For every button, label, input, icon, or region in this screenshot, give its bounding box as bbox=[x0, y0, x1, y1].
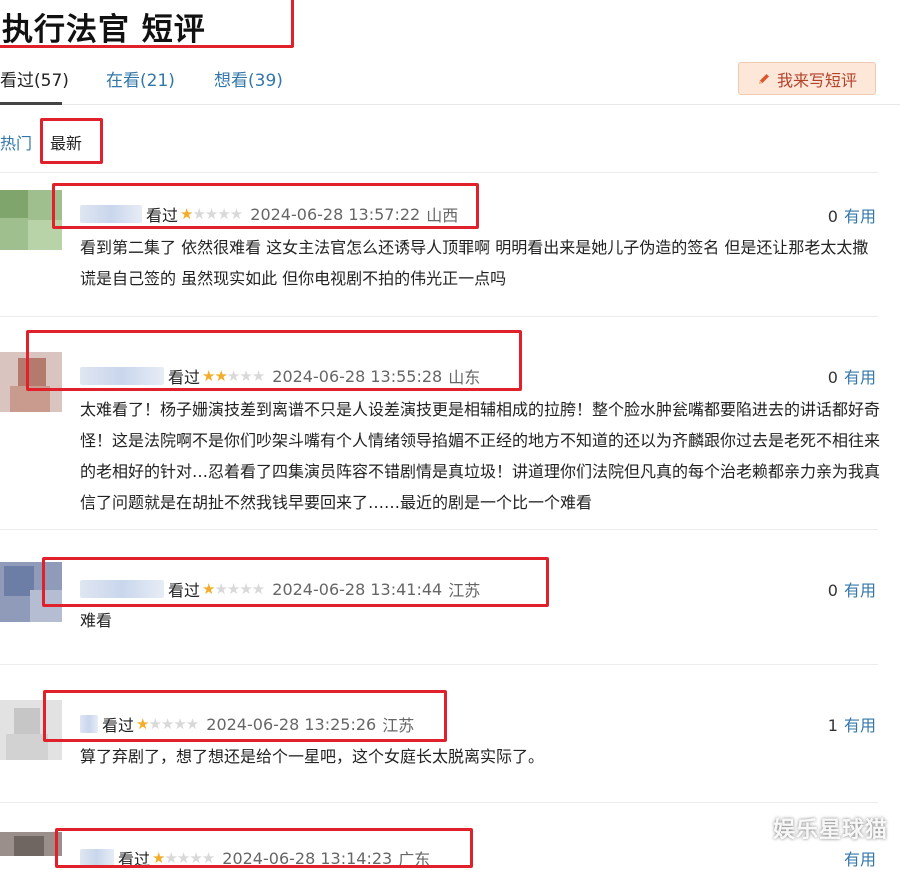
comment-text: 太难看了！杨子姗演技差到离谱不只是人设差演技更是相辅相成的拉胯！整个脸水肿瓮嘴都… bbox=[80, 400, 881, 512]
divider bbox=[0, 316, 878, 317]
highlight-box-meta bbox=[43, 690, 447, 742]
highlight-box-meta bbox=[55, 828, 473, 868]
write-review-label: 我来写短评 bbox=[776, 70, 857, 90]
useful-vote[interactable]: 0 有用 bbox=[828, 203, 876, 227]
divider bbox=[0, 664, 878, 665]
useful-count: 0 bbox=[827, 368, 838, 387]
useful-label[interactable]: 有用 bbox=[844, 716, 876, 735]
tab-want-to-watch[interactable]: 想看(39) bbox=[214, 66, 283, 91]
useful-vote[interactable]: 有用 bbox=[838, 846, 876, 870]
highlight-box-title bbox=[0, 0, 294, 48]
divider bbox=[0, 529, 878, 530]
useful-label[interactable]: 有用 bbox=[844, 581, 876, 600]
comment-text: 算了弃剧了，想了想还是给个一星吧，这个女庭长太脱离实际了。 bbox=[80, 747, 545, 766]
useful-label[interactable]: 有用 bbox=[844, 207, 876, 226]
active-tab-indicator bbox=[0, 102, 62, 105]
useful-count: 0 bbox=[827, 207, 838, 226]
useful-vote[interactable]: 0 有用 bbox=[828, 364, 876, 388]
useful-count: 0 bbox=[827, 581, 838, 600]
comment-text: 看到第二集了 依然很难看 这女主法官怎么还诱导人顶罪啊 明明看出来是她儿子伪造的… bbox=[80, 238, 869, 288]
tab-watched[interactable]: 看过(57) bbox=[0, 66, 69, 91]
pencil-icon bbox=[758, 73, 769, 84]
tabs-divider bbox=[0, 104, 900, 105]
divider bbox=[0, 172, 878, 173]
write-review-button[interactable]: 我来写短评 bbox=[738, 62, 876, 95]
comment-text: 难看 bbox=[80, 611, 113, 630]
useful-label[interactable]: 有用 bbox=[844, 368, 876, 387]
watermark: 娱乐星球猫 bbox=[772, 818, 888, 843]
tab-watching[interactable]: 在看(21) bbox=[106, 66, 175, 91]
useful-count: 1 bbox=[827, 716, 838, 735]
avatar[interactable] bbox=[0, 832, 62, 856]
highlight-box-meta bbox=[26, 330, 522, 391]
useful-label[interactable]: 有用 bbox=[844, 850, 876, 869]
highlight-box-meta bbox=[42, 557, 549, 607]
useful-vote[interactable]: 1 有用 bbox=[828, 712, 876, 736]
highlight-box-sort bbox=[40, 118, 103, 164]
divider bbox=[0, 802, 878, 803]
highlight-box-meta bbox=[52, 183, 479, 229]
sort-hot[interactable]: 热门 bbox=[0, 130, 32, 154]
useful-vote[interactable]: 0 有用 bbox=[828, 577, 876, 601]
